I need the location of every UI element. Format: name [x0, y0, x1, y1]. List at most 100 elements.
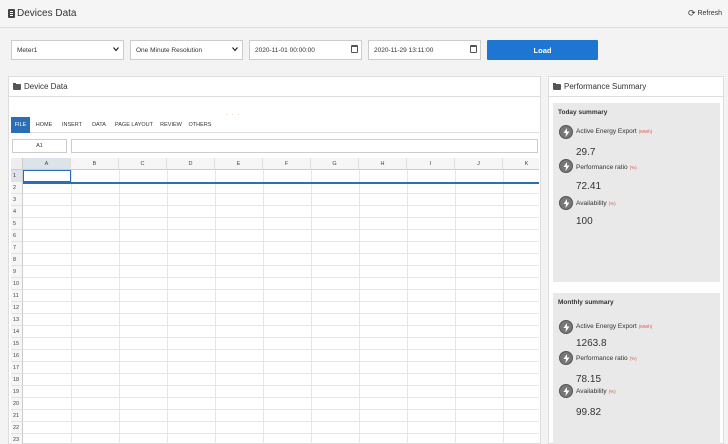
row-header[interactable]: 22	[11, 422, 23, 434]
gridline	[23, 277, 539, 278]
row-header[interactable]: 4	[11, 206, 23, 218]
gridline	[311, 170, 312, 444]
metric-label: Active Energy Export (MWh)	[576, 128, 653, 135]
column-header-c[interactable]: C	[119, 158, 167, 170]
ribbon-tab-others[interactable]: OTHERS	[188, 117, 212, 133]
row-header[interactable]: 8	[11, 254, 23, 266]
row-header[interactable]: 12	[11, 302, 23, 314]
load-button[interactable]: Load	[487, 40, 598, 60]
gridline	[23, 301, 539, 302]
gridline	[215, 170, 216, 444]
ribbon-tab-file[interactable]: FILE	[11, 117, 30, 133]
ribbon-tab-page-layout[interactable]: PAGE LAYOUT	[114, 117, 154, 133]
gridline	[23, 229, 539, 230]
gridline	[359, 170, 360, 444]
select-all-corner[interactable]	[11, 158, 23, 170]
metric-value: 29.7	[576, 147, 596, 158]
metric-value: 78.15	[576, 374, 602, 385]
column-header-h[interactable]: H	[359, 158, 407, 170]
metric-label: Performance ratio (%)	[576, 164, 637, 171]
gridline	[407, 170, 408, 444]
row-header[interactable]: 7	[11, 242, 23, 254]
calendar-icon[interactable]	[470, 45, 477, 53]
row-header[interactable]: 15	[11, 338, 23, 350]
row-header[interactable]: 10	[11, 278, 23, 290]
ribbon-tab-home[interactable]: HOME	[34, 117, 54, 133]
gridline	[71, 170, 72, 444]
refresh-button[interactable]: ⟳ Refresh	[688, 9, 722, 18]
page-title: Devices Data	[17, 8, 77, 19]
frozen-row-divider	[23, 182, 539, 184]
resolution-select[interactable]: One Minute Resolution	[130, 40, 243, 60]
gridline	[263, 170, 264, 444]
spreadsheet-grid[interactable]: A B C D E F G H I J K 1 2 3 4 5 6 7 8 9 …	[11, 158, 539, 444]
row-header[interactable]: 14	[11, 326, 23, 338]
column-header-f[interactable]: F	[263, 158, 311, 170]
gridline	[23, 373, 539, 374]
device-data-panel: Device Data · · · FILE HOME INSERT DATA …	[8, 76, 541, 444]
column-header-k[interactable]: K	[503, 158, 539, 170]
start-date-input[interactable]: 2020-11-01 00:00:00	[249, 40, 362, 60]
row-header[interactable]: 23	[11, 434, 23, 444]
gridline	[23, 193, 539, 194]
lightning-icon	[559, 320, 573, 334]
row-header[interactable]: 11	[11, 290, 23, 302]
row-header[interactable]: 13	[11, 314, 23, 326]
refresh-label: Refresh	[697, 9, 722, 17]
today-summary-box: Today summary Active Energy Export (MWh) …	[553, 103, 720, 282]
row-header[interactable]: 9	[11, 266, 23, 278]
title-bar: Devices Data ⟳ Refresh	[0, 0, 728, 28]
meter-select-value: Meter1	[17, 46, 38, 54]
monthly-summary-title: Monthly summary	[558, 299, 614, 306]
calendar-icon[interactable]	[351, 45, 358, 53]
gridline	[23, 217, 539, 218]
start-date-value: 2020-11-01 00:00:00	[255, 46, 315, 54]
gridline	[167, 170, 168, 444]
ribbon-tab-data[interactable]: DATA	[90, 117, 108, 133]
row-header[interactable]: 18	[11, 374, 23, 386]
lightning-icon	[559, 351, 573, 365]
cell-reference-box[interactable]: A1	[12, 139, 67, 153]
device-data-title: Device Data	[24, 82, 68, 91]
lightning-icon	[559, 384, 573, 398]
row-header[interactable]: 16	[11, 350, 23, 362]
gridline	[23, 397, 539, 398]
column-header-a[interactable]: A	[23, 158, 71, 170]
metric-label: Active Energy Export (MWh)	[576, 323, 653, 330]
metric-label: Availability (%)	[576, 200, 616, 207]
ribbon-tab-insert[interactable]: INSERT	[61, 117, 83, 133]
ribbon-tab-review[interactable]: REVIEW	[160, 117, 182, 133]
row-header[interactable]: 6	[11, 230, 23, 242]
chevron-down-icon	[232, 47, 238, 52]
column-header-b[interactable]: B	[71, 158, 119, 170]
folder-open-icon	[553, 82, 561, 90]
metric-label: Performance ratio (%)	[576, 355, 637, 362]
metric-value: 100	[576, 216, 593, 227]
end-date-input[interactable]: 2020-11-29 13:11:00	[368, 40, 481, 60]
gridline	[23, 265, 539, 266]
gridline	[23, 205, 539, 206]
meter-select[interactable]: Meter1	[11, 40, 124, 60]
row-header[interactable]: 21	[11, 410, 23, 422]
row-header[interactable]: 17	[11, 362, 23, 374]
column-header-g[interactable]: G	[311, 158, 359, 170]
row-header[interactable]: 19	[11, 386, 23, 398]
column-header-d[interactable]: D	[167, 158, 215, 170]
metric-value: 72.41	[576, 181, 602, 192]
row-header[interactable]: 1	[11, 170, 23, 182]
gridline	[23, 421, 539, 422]
column-header-e[interactable]: E	[215, 158, 263, 170]
column-header-j[interactable]: J	[455, 158, 503, 170]
row-header[interactable]: 3	[11, 194, 23, 206]
formula-bar-input[interactable]	[71, 139, 538, 153]
row-header[interactable]: 5	[11, 218, 23, 230]
selected-cell-a1[interactable]	[23, 170, 71, 182]
column-header-i[interactable]: I	[407, 158, 455, 170]
row-header[interactable]: 2	[11, 182, 23, 194]
row-header[interactable]: 20	[11, 398, 23, 410]
gridline	[23, 313, 539, 314]
gridline	[455, 170, 456, 444]
resolution-select-value: One Minute Resolution	[136, 46, 203, 54]
performance-summary-header: Performance Summary	[549, 77, 723, 97]
gridline	[119, 170, 120, 444]
